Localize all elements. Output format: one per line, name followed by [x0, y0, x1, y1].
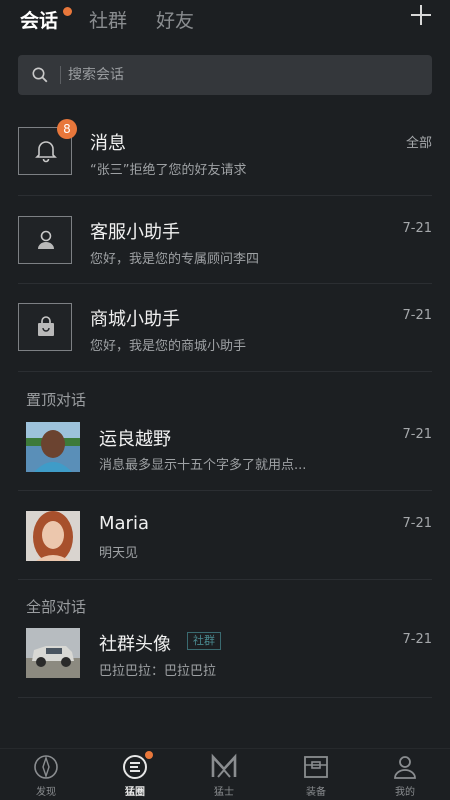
shopping-bag-icon: [38, 316, 54, 336]
divider: [18, 371, 432, 372]
brand-m-icon: [211, 753, 237, 778]
chat-item-maria[interactable]: Maria 明天见 7-21: [0, 491, 450, 580]
list-item-messages[interactable]: 8 消息 “张三”拒绝了您的好友请求 全部: [0, 112, 450, 196]
top-tab-bar: 会话 社群 好友: [0, 0, 450, 40]
nav-label: 发现: [36, 787, 56, 798]
gear-box-icon: [304, 756, 328, 778]
item-time[interactable]: 全部: [406, 132, 432, 151]
chat-item-yunliang[interactable]: 运良越野 消息最多显示十五个字多了就用点... 7-21: [0, 405, 450, 491]
chat-last-message: 明天见: [99, 546, 139, 561]
chat-time: 7-21: [402, 427, 432, 442]
nav-label: 我的: [395, 787, 415, 798]
tab-communities[interactable]: 社群: [89, 6, 127, 33]
item-subtitle: 您好，我是您的商城小助手: [90, 339, 247, 354]
item-subtitle: 您好，我是您的专属顾问李四: [90, 252, 260, 267]
nav-warrior[interactable]: 猛士: [189, 753, 259, 798]
bottom-nav: 发现 猛圈 猛士 装备 我的: [0, 748, 450, 800]
item-title: 消息: [90, 133, 126, 154]
bell-icon: [35, 141, 57, 163]
item-title: 商城小助手: [90, 309, 180, 330]
community-tag: 社群: [187, 632, 221, 650]
chat-time: 7-21: [402, 516, 432, 531]
user-avatar: [18, 216, 72, 264]
nav-unread-dot: [145, 751, 153, 759]
profile-icon: [394, 756, 416, 779]
user-icon: [38, 230, 54, 249]
divider: [18, 697, 432, 698]
list-item-mall-assistant[interactable]: 商城小助手 您好，我是您的商城小助手 7-21: [0, 284, 450, 372]
search-icon: [32, 67, 48, 83]
tab-conversations[interactable]: 会话: [20, 6, 58, 33]
chat-time: 7-21: [402, 632, 432, 647]
compass-icon: [34, 755, 58, 779]
chat-last-message: 巴拉巴拉：巴拉巴拉: [99, 664, 217, 679]
search-input[interactable]: [68, 55, 418, 95]
search-divider: [60, 66, 61, 84]
tab-friends[interactable]: 好友: [156, 6, 194, 33]
avatar: [26, 511, 80, 561]
chat-last-message: 消息最多显示十五个字多了就用点...: [99, 458, 307, 473]
divider: [18, 579, 432, 580]
item-subtitle: “张三”拒绝了您的好友请求: [90, 163, 247, 178]
nav-label: 猛士: [214, 787, 234, 798]
item-time: 7-21: [402, 308, 432, 323]
tab-unread-dot: [63, 7, 72, 16]
chat-name: 社群头像: [99, 634, 171, 655]
nav-circle[interactable]: 猛圈: [100, 753, 170, 798]
nav-mine[interactable]: 我的: [370, 753, 440, 798]
item-title: 客服小助手: [90, 222, 180, 243]
unread-badge: 8: [57, 119, 77, 139]
chat-name: Maria: [99, 513, 149, 534]
item-time: 7-21: [402, 221, 432, 236]
nav-label: 装备: [306, 787, 326, 798]
nav-equipment[interactable]: 装备: [281, 753, 351, 798]
chat-name: 运良越野: [99, 429, 171, 450]
nav-label: 猛圈: [125, 787, 145, 798]
add-icon[interactable]: [410, 4, 432, 26]
search-bar: [18, 55, 432, 95]
avatar: [26, 422, 80, 472]
chat-item-community[interactable]: 社群头像 社群 巴拉巴拉：巴拉巴拉 7-21: [0, 612, 450, 698]
nav-discover[interactable]: 发现: [11, 753, 81, 798]
shop-avatar: [18, 303, 72, 351]
avatar: [26, 628, 80, 678]
list-item-customer-service[interactable]: 客服小助手 您好，我是您的专属顾问李四 7-21: [0, 196, 450, 284]
